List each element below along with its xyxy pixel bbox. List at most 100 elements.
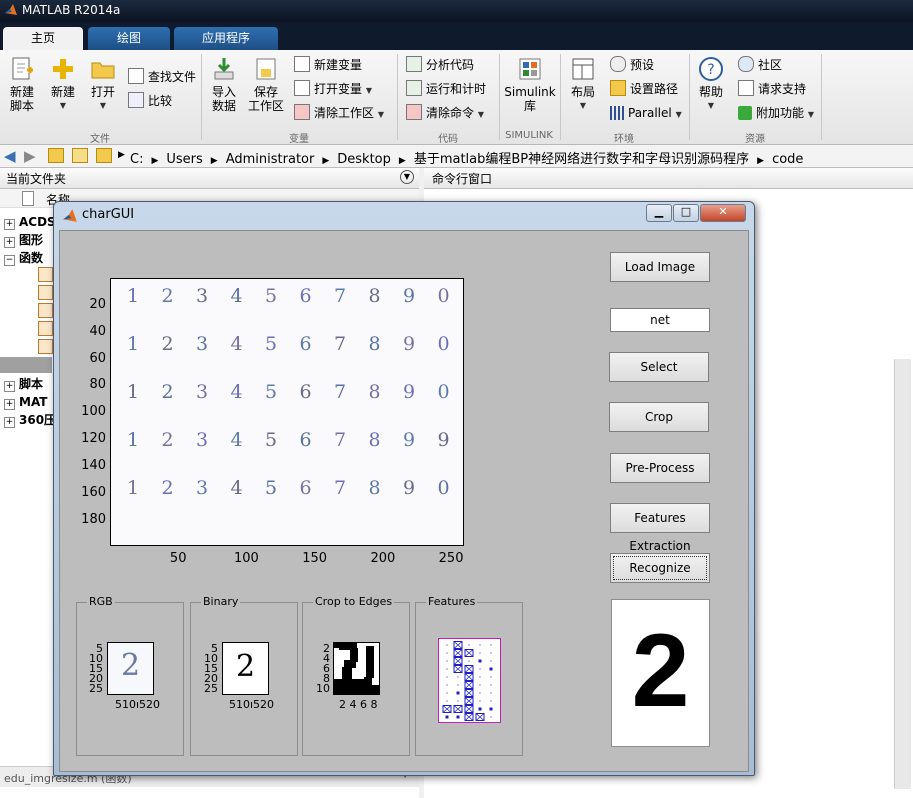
layout-button[interactable]: 布局 ▼ xyxy=(566,56,600,113)
add-ons-button[interactable]: 附加功能 ▼ xyxy=(738,104,814,122)
folder-icon xyxy=(610,80,626,96)
tab-plots[interactable]: 绘图 xyxy=(88,27,170,50)
expand-icon[interactable]: + xyxy=(4,399,15,410)
community-button[interactable]: 社区 xyxy=(738,56,782,74)
digit-glyph: 8 xyxy=(368,381,381,403)
crumb-desktop[interactable]: Desktop xyxy=(337,152,391,167)
expand-icon[interactable]: + xyxy=(4,237,15,248)
net-field[interactable]: net xyxy=(610,308,710,332)
function-file-icon[interactable] xyxy=(38,285,53,300)
eraser-icon xyxy=(294,104,310,120)
command-window-scrollbar[interactable] xyxy=(894,359,911,789)
parallel-button[interactable]: Parallel ▼ xyxy=(610,104,682,122)
tree-folder-functions[interactable]: − 函数 xyxy=(4,249,43,267)
crumb-chevron-icon[interactable]: ▶ xyxy=(151,156,158,166)
rgb-glyph: 2 xyxy=(120,648,141,683)
features-extraction-button[interactable]: Features Extraction xyxy=(610,503,710,553)
load-image-button[interactable]: Load Image xyxy=(610,252,710,282)
features-axes xyxy=(438,638,501,723)
open-variable-button[interactable]: 打开变量 ▼ xyxy=(294,80,372,98)
select-button[interactable]: Select xyxy=(609,352,709,382)
feature-dot xyxy=(478,707,482,711)
digit-glyph: 4 xyxy=(230,381,243,403)
crumb-project-folder[interactable]: 基于matlab编程BP神经网络进行数字和字母识别源码程序 xyxy=(414,152,749,167)
open-button[interactable]: 打开 ▼ xyxy=(86,56,120,113)
save-workspace-button[interactable]: 保存 工作区 xyxy=(246,56,286,113)
tab-apps[interactable]: 应用程序 xyxy=(174,27,278,50)
function-file-icon[interactable] xyxy=(38,339,53,354)
set-path-button[interactable]: 设置路径 xyxy=(610,80,678,98)
digit-glyph: 0 xyxy=(437,477,450,499)
compare-button[interactable]: 比较 xyxy=(128,92,172,110)
up-folder-icon[interactable] xyxy=(48,148,64,163)
ribbon-tabs: 主页 绘图 应用程序 xyxy=(0,22,913,50)
function-file-icon[interactable] xyxy=(38,321,53,336)
feature-dot xyxy=(479,684,481,686)
browse-folder-icon[interactable] xyxy=(72,148,88,163)
back-arrow-icon[interactable]: ◀ xyxy=(4,147,16,165)
tab-home[interactable]: 主页 xyxy=(3,27,83,50)
crumb-chevron-icon[interactable]: ▶ xyxy=(211,156,218,166)
y-tick-label: 160 xyxy=(81,484,106,500)
digit-glyph: 3 xyxy=(196,285,209,307)
feature-cell-cross xyxy=(453,641,463,649)
maximize-button[interactable]: □ xyxy=(673,204,699,222)
matlab-title-bar: MATLAB R2014a xyxy=(0,0,913,22)
clear-commands-button[interactable]: 清除命令 ▼ xyxy=(406,104,484,122)
request-support-button[interactable]: 请求支持 xyxy=(738,80,806,98)
command-window-header: 命令行窗口 xyxy=(424,168,913,189)
new-variable-button[interactable]: 新建变量 xyxy=(294,56,362,74)
crumb-drive[interactable]: C: xyxy=(130,152,143,167)
maximize-icon: □ xyxy=(680,205,692,218)
preprocess-button[interactable]: Pre-Process xyxy=(610,453,710,483)
minimize-button[interactable]: ▁ xyxy=(646,204,672,222)
feature-dot xyxy=(479,668,481,670)
crumb-users[interactable]: Users xyxy=(166,152,202,167)
feature-dot xyxy=(490,716,492,718)
feature-dot xyxy=(446,660,448,662)
expand-icon[interactable]: + xyxy=(4,381,15,392)
tree-folder-360[interactable]: +360压 xyxy=(4,411,56,429)
new-button[interactable]: 新建 ▼ xyxy=(46,56,80,113)
panel-menu-icon[interactable]: ▼ xyxy=(400,170,414,184)
x-tick-label: 100 xyxy=(234,551,259,566)
tree-folder-scripts[interactable]: + 脚本 xyxy=(4,375,43,393)
breadcrumb: C: ▶ Users ▶ Administrator ▶ Desktop ▶ 基于matlab编… xyxy=(130,148,803,167)
import-data-button[interactable]: 导入 数据 xyxy=(206,56,242,113)
feature-dot xyxy=(479,652,481,654)
tree-folder-acds[interactable]: + ACDS xyxy=(4,213,56,231)
compare-icon xyxy=(128,92,144,108)
clear-workspace-button[interactable]: 清除工作区 ▼ xyxy=(294,104,384,122)
expand-icon[interactable]: + xyxy=(4,219,15,230)
simulink-library-button[interactable]: Simulink 库 xyxy=(504,56,556,113)
find-files-button[interactable]: 查找文件 xyxy=(128,68,196,86)
analyze-code-button[interactable]: 分析代码 xyxy=(406,56,474,74)
chargui-client-area: 1234567890123456789012345678901234567899… xyxy=(59,230,749,772)
crumb-code[interactable]: code xyxy=(772,152,803,167)
crop-button[interactable]: Crop xyxy=(609,402,709,432)
help-button[interactable]: ? 帮助 ▼ xyxy=(694,56,728,113)
x-tick-label: 150 xyxy=(302,551,328,566)
crumb-chevron-icon[interactable]: ▶ xyxy=(322,156,329,166)
close-button[interactable]: ✕ xyxy=(700,204,746,222)
crumb-chevron-icon[interactable]: ▶ xyxy=(399,156,406,166)
function-file-icon[interactable] xyxy=(38,267,53,282)
main-image-axes[interactable]: 1234567890123456789012345678901234567899… xyxy=(110,278,464,546)
function-file-icon[interactable] xyxy=(38,303,53,318)
recognize-button[interactable]: Recognize xyxy=(610,553,710,583)
crumb-chevron-icon[interactable]: ▶ xyxy=(118,150,125,160)
expand-icon[interactable]: + xyxy=(4,417,15,428)
collapse-icon[interactable]: − xyxy=(4,255,15,266)
new-script-button[interactable]: 新建 脚本 xyxy=(4,56,40,113)
run-and-time-button[interactable]: 运行和计时 xyxy=(406,80,486,98)
crumb-administrator[interactable]: Administrator xyxy=(226,152,315,167)
result-display: 2 xyxy=(611,599,710,747)
crumb-chevron-icon[interactable]: ▶ xyxy=(757,156,764,166)
current-folder-header: 当前文件夹 ▼ xyxy=(0,168,419,189)
selected-file-row[interactable] xyxy=(0,357,52,373)
digit-glyph: 9 xyxy=(403,381,416,403)
preferences-button[interactable]: 预设 xyxy=(610,56,654,74)
forward-arrow-icon[interactable]: ▶ xyxy=(24,147,36,165)
tree-folder-graphics[interactable]: + 图形 xyxy=(4,231,43,249)
tree-folder-mat[interactable]: + MAT xyxy=(4,393,47,411)
